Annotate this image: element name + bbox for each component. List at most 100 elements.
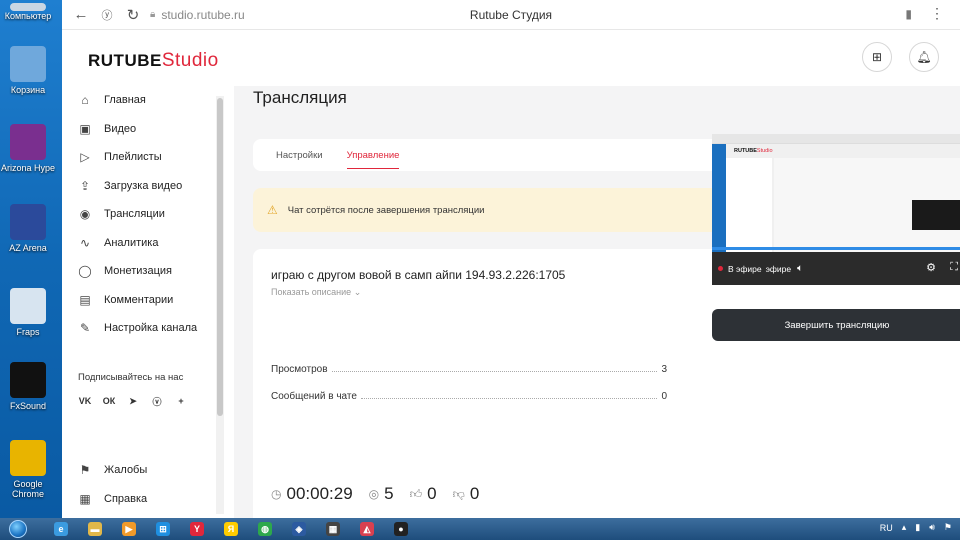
desktop-icon-label: Корзина bbox=[10, 85, 46, 95]
lock-icon: 🔒︎ bbox=[150, 9, 156, 20]
rutube-app[interactable]: ◭ bbox=[352, 519, 382, 539]
sidebar-item[interactable]: ∿ Аналитика bbox=[62, 229, 228, 258]
warning-icon: ⚠ bbox=[267, 203, 278, 217]
sidebar-item-label: Комментарии bbox=[104, 293, 174, 306]
desktop-icon-label: Google Chrome bbox=[11, 479, 44, 499]
fullscreen-icon[interactable]: ⛶ bbox=[950, 261, 958, 274]
telegram-icon[interactable]: ➤ bbox=[124, 392, 142, 410]
desktop-icon[interactable]: Корзина bbox=[0, 46, 56, 95]
address-bar[interactable]: 🔒︎ studio.rutube.ru bbox=[150, 8, 910, 22]
obs-app[interactable]: ● bbox=[386, 519, 416, 539]
explorer-app[interactable]: ▬ bbox=[80, 519, 110, 539]
comments-icon: ▤ bbox=[79, 292, 91, 307]
media-player-app[interactable]: ▶ bbox=[114, 519, 144, 539]
sidebar-item[interactable]: ▦ Справка bbox=[62, 485, 228, 514]
logo-main: RUTUBE bbox=[88, 51, 162, 70]
notifications-button[interactable]: 🔔︎ bbox=[909, 42, 939, 72]
preview-logo: RUTUBEStudio bbox=[734, 148, 773, 154]
sidebar-item-label: Трансляции bbox=[104, 208, 165, 221]
tab-management[interactable]: Управление bbox=[346, 139, 399, 171]
sound-icon[interactable]: 🔊︎ bbox=[929, 522, 935, 533]
sidebar-item[interactable]: ◯ Монетизация bbox=[62, 257, 228, 286]
sidebar-item[interactable]: ▤ Комментарии bbox=[62, 286, 228, 315]
scrollbar-thumb[interactable] bbox=[217, 98, 223, 416]
show-description-link[interactable]: Показать описание ⌄ bbox=[271, 287, 361, 298]
more-icon[interactable]: + bbox=[172, 392, 190, 410]
chevron-down-icon: ⌄ bbox=[353, 287, 362, 297]
windows-taskbar: e ▬ ▶ ⊞ Y Я ◍ ◈ ▦ ◭ ● RU ▴ ▮ 🔊︎ ⚑ bbox=[0, 518, 960, 540]
channel-settings-icon: ✎ bbox=[79, 321, 91, 336]
yandex-icon[interactable]: ⓨ bbox=[94, 2, 120, 28]
stat-views-value: 3 bbox=[661, 364, 667, 375]
browser-toolbar: ← ⓨ ↻ 🔒︎ studio.rutube.ru Rutube Студия … bbox=[62, 0, 960, 30]
tab-settings[interactable]: Настройки bbox=[276, 139, 323, 171]
preview-frame: RUTUBEStudio bbox=[712, 134, 960, 252]
bookmark-icon[interactable]: ▮ bbox=[905, 7, 912, 21]
language-indicator[interactable]: RU bbox=[880, 523, 893, 533]
desktop-icon[interactable]: Google Chrome bbox=[0, 440, 56, 499]
desktop-icon[interactable]: Fraps bbox=[0, 288, 56, 337]
viber-icon[interactable]: ⓥ bbox=[148, 392, 166, 410]
yandex-browser-app[interactable]: Y bbox=[182, 519, 212, 539]
sidebar-item[interactable]: ⚑ Жалобы bbox=[62, 456, 228, 485]
vk-icon[interactable]: VK bbox=[76, 392, 94, 410]
player-progress-bar[interactable] bbox=[712, 247, 960, 250]
tray-arrow-icon[interactable]: ▴ bbox=[902, 522, 907, 533]
social-links: VK ОК ➤ ⓥ + bbox=[76, 392, 190, 410]
sidebar-scrollbar[interactable] bbox=[216, 96, 224, 514]
video-icon: ▣ bbox=[79, 121, 91, 136]
broadcast-icon: ◉ bbox=[79, 207, 91, 222]
studio-header: RUTUBEStudio ⊞ 🔔︎ bbox=[62, 30, 960, 86]
rutube-studio-logo[interactable]: RUTUBEStudio bbox=[88, 50, 219, 72]
ok-icon[interactable]: ОК bbox=[100, 392, 118, 410]
desktop-icon[interactable]: AZ Arena bbox=[0, 204, 56, 253]
dot-leader bbox=[331, 371, 658, 372]
desktop-icon[interactable]: Arizona Hype bbox=[0, 124, 56, 173]
windows-app[interactable]: ⊞ bbox=[148, 519, 178, 539]
sidebar-item[interactable]: ▣ Видео bbox=[62, 115, 228, 144]
sidebar-item-label: Справка bbox=[104, 492, 148, 505]
desktop-icon[interactable]: Компьютер bbox=[0, 3, 56, 21]
game-app[interactable]: ▦ bbox=[318, 519, 348, 539]
sidebar-item[interactable]: ◉ Трансляции bbox=[62, 200, 228, 229]
volume-icon[interactable]: 🔈︎ bbox=[797, 263, 803, 274]
stat-views-label: Просмотров bbox=[271, 364, 328, 375]
warning-text: Чат сотрётся после завершения трансляции bbox=[287, 204, 485, 216]
chrome-app-icon: ◍ bbox=[258, 522, 272, 536]
settings-gear-icon[interactable]: ⚙ bbox=[926, 261, 936, 274]
sidebar-item[interactable]: ✎ Настройка канала bbox=[62, 314, 228, 343]
sidebar-item-label: Видео bbox=[104, 122, 137, 135]
desktop-icon[interactable]: FxSound bbox=[0, 362, 56, 411]
rutube-app-icon: ◭ bbox=[360, 522, 374, 536]
add-content-button[interactable]: ⊞ bbox=[862, 42, 892, 72]
shield-app[interactable]: ◈ bbox=[284, 519, 314, 539]
show-description-label: Показать описание bbox=[271, 287, 352, 297]
stream-title: играю с другом вовой в самп айпи 194.93.… bbox=[271, 268, 566, 282]
end-broadcast-button[interactable]: Завершить трансляцию bbox=[712, 309, 960, 341]
start-button[interactable] bbox=[0, 518, 36, 540]
viewers-value: 5 bbox=[384, 484, 394, 503]
sidebar-item[interactable]: ▷ Плейлисты bbox=[62, 143, 228, 172]
sidebar-item[interactable]: ⇪ Загрузка видео bbox=[62, 172, 228, 201]
chrome-app[interactable]: ◍ bbox=[250, 519, 280, 539]
desktop-app-icon bbox=[10, 288, 46, 324]
stream-preview-player[interactable]: RUTUBEStudio В эфире эфире 🔈︎ ⚙ ⛶ bbox=[712, 134, 960, 285]
preview-desktop bbox=[712, 144, 726, 252]
ie-app[interactable]: e bbox=[46, 519, 76, 539]
stat-chat-value: 0 bbox=[661, 391, 667, 402]
notification-flag-icon[interactable]: ⚑ bbox=[944, 522, 952, 533]
yandex-app[interactable]: Я bbox=[216, 519, 246, 539]
page-title: Трансляция bbox=[253, 88, 347, 107]
viewers-icon: ◎ bbox=[368, 487, 380, 501]
browser-menu-icon[interactable]: ⋮ bbox=[930, 5, 944, 22]
network-icon[interactable]: ▮ bbox=[915, 522, 920, 533]
windows-app-icon: ⊞ bbox=[156, 522, 170, 536]
game-app-icon: ▦ bbox=[326, 522, 340, 536]
desktop-icon-label: Fraps bbox=[16, 327, 40, 337]
sidebar: ⌂ Главная ▣ Видео ▷ Плейлисты ⇪ Загрузка видео ◉… bbox=[62, 86, 228, 518]
reload-icon[interactable]: ↻ bbox=[120, 2, 146, 28]
sidebar-item-label: Жалобы bbox=[104, 464, 148, 477]
back-icon[interactable]: ← bbox=[68, 2, 94, 28]
thumb-up-icon: 👍︎ bbox=[409, 486, 423, 501]
sidebar-item[interactable]: ⌂ Главная bbox=[62, 86, 228, 115]
